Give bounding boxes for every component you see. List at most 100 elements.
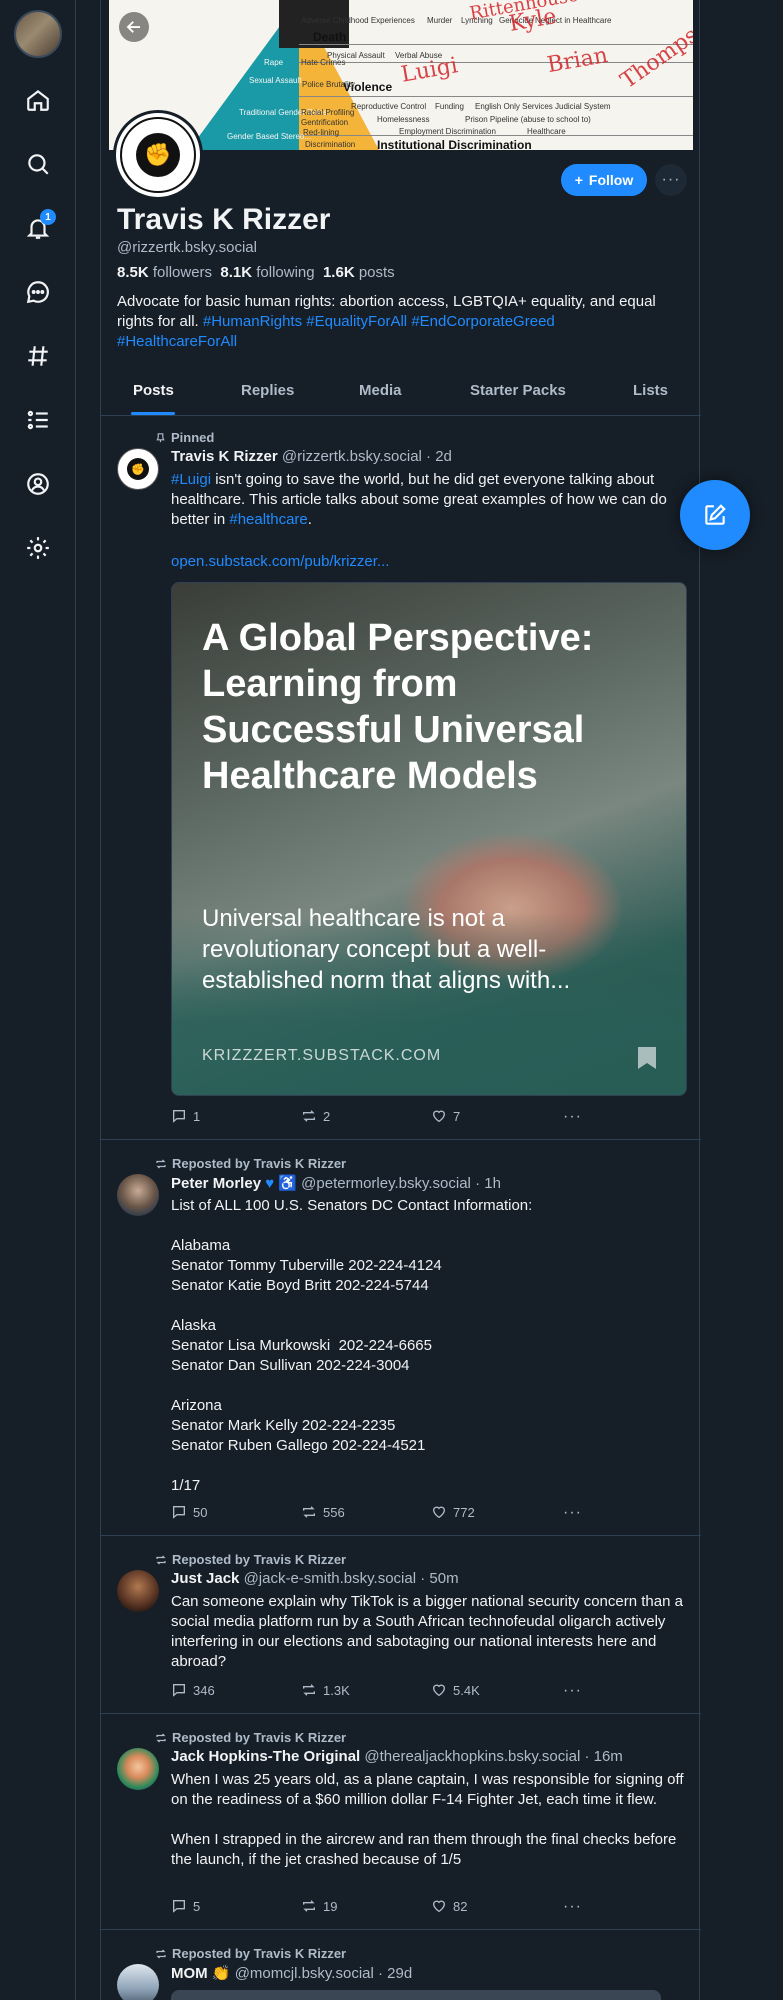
- more-options-button[interactable]: ···: [655, 164, 687, 196]
- banner-line: [299, 44, 693, 45]
- post-header: Travis K Rizzer @rizzertk.bsky.social · …: [171, 448, 452, 465]
- profile-feed: Adverse Childhood Experiences Murder Lyn…: [100, 0, 701, 2000]
- post-avatar[interactable]: [117, 1174, 159, 1216]
- post-avatar[interactable]: ✊: [117, 448, 159, 490]
- followers-link[interactable]: 8.5K followers: [117, 264, 212, 281]
- reply-button[interactable]: 346: [171, 1682, 215, 1698]
- tab-starter-packs[interactable]: Starter Packs: [470, 382, 566, 399]
- profile-banner[interactable]: Adverse Childhood Experiences Murder Lyn…: [109, 0, 693, 150]
- hashtag-link[interactable]: #healthcare: [229, 511, 307, 528]
- profile-stats: 8.5K followers 8.1K following 1.6K posts: [117, 264, 395, 281]
- post-author[interactable]: Travis K Rizzer: [171, 448, 278, 465]
- hashtag-link[interactable]: #HumanRights: [203, 313, 302, 330]
- repost-icon: [303, 1506, 315, 1518]
- post-author[interactable]: MOM 👏: [171, 1965, 231, 1982]
- list-icon[interactable]: [22, 404, 54, 436]
- banner-scribble: Brian: [545, 42, 610, 79]
- heart-icon: [432, 1110, 446, 1123]
- search-icon[interactable]: [22, 148, 54, 180]
- tab-replies[interactable]: Replies: [241, 382, 294, 399]
- tab-media[interactable]: Media: [359, 382, 402, 399]
- post-context: Reposted by Travis K Rizzer: [155, 1156, 346, 1171]
- post-text: #Luigi isn't going to save the world, bu…: [171, 471, 671, 528]
- feed-post[interactable]: Reposted by Travis K Rizzer Just Jack @j…: [101, 1536, 701, 1714]
- repost-button[interactable]: 19: [301, 1898, 337, 1914]
- post-handle[interactable]: @petermorley.bsky.social: [301, 1175, 471, 1192]
- profile-icon[interactable]: [22, 468, 54, 500]
- reply-icon: [173, 1506, 185, 1519]
- like-button[interactable]: 7: [431, 1108, 460, 1124]
- post-more-button[interactable]: ···: [563, 1898, 582, 1916]
- banner-text: Healthcare: [527, 127, 566, 136]
- repost-button[interactable]: 2: [301, 1108, 330, 1124]
- feed-post[interactable]: Pinned ✊ Travis K Rizzer @rizzertk.bsky.…: [101, 416, 701, 1140]
- banner-text: Racial Profiling: [301, 108, 355, 117]
- link-card[interactable]: A Global Perspective: Learning from Succ…: [171, 582, 687, 1096]
- post-author[interactable]: Peter Morley: [171, 1175, 261, 1192]
- post-time[interactable]: · 2d: [426, 448, 452, 465]
- post-avatar[interactable]: [117, 1570, 159, 1612]
- reply-button[interactable]: 5: [171, 1898, 200, 1914]
- post-header: Peter Morley ♥ ♿ @petermorley.bsky.socia…: [171, 1174, 501, 1192]
- plus-icon: +: [574, 172, 583, 188]
- gear-icon[interactable]: [22, 532, 54, 564]
- post-header: MOM 👏 @momcjl.bsky.social · 29d: [171, 1964, 412, 1982]
- banner-death: Death: [313, 30, 347, 44]
- post-link[interactable]: open.substack.com/pub/krizzer...: [171, 552, 689, 572]
- tab-posts[interactable]: Posts: [133, 382, 174, 399]
- post-more-button[interactable]: ···: [563, 1504, 582, 1522]
- post-text: Can someone explain why TikTok is a bigg…: [171, 1593, 688, 1670]
- following-link[interactable]: 8.1K following: [220, 264, 314, 281]
- hashtag-link[interactable]: #EndCorporateGreed: [411, 313, 554, 330]
- repost-button[interactable]: 1.3K: [301, 1682, 350, 1698]
- post-time[interactable]: · 50m: [420, 1570, 458, 1587]
- post-handle[interactable]: @jack-e-smith.bsky.social: [244, 1570, 417, 1587]
- feed-post[interactable]: Reposted by Travis K Rizzer Jack Hopkins…: [101, 1714, 701, 1930]
- banner-text: Judicial System: [555, 102, 611, 111]
- post-avatar[interactable]: [117, 1748, 159, 1790]
- post-time[interactable]: · 16m: [584, 1748, 622, 1765]
- like-button[interactable]: 5.4K: [431, 1682, 480, 1698]
- post-author[interactable]: Just Jack: [171, 1570, 239, 1587]
- feed-post[interactable]: Reposted by Travis K Rizzer Peter Morley…: [101, 1140, 701, 1536]
- post-avatar[interactable]: [117, 1964, 159, 2000]
- like-button[interactable]: 772: [431, 1504, 475, 1520]
- post-time[interactable]: · 1h: [475, 1175, 501, 1192]
- feed-post[interactable]: Reposted by Travis K Rizzer MOM 👏 @momcj…: [101, 1930, 701, 2000]
- back-button[interactable]: [119, 12, 149, 42]
- post-handle[interactable]: @rizzertk.bsky.social: [282, 448, 422, 465]
- reply-icon: [173, 1110, 185, 1123]
- hashtag-link[interactable]: #EqualityForAll: [306, 313, 407, 330]
- post-header: Just Jack @jack-e-smith.bsky.social · 50…: [171, 1570, 459, 1587]
- reply-button[interactable]: 1: [171, 1108, 200, 1124]
- posts-count: 1.6K posts: [322, 264, 395, 281]
- heart-icon: [432, 1684, 446, 1697]
- like-button[interactable]: 82: [431, 1898, 467, 1914]
- post-media-preview[interactable]: [171, 1990, 661, 2000]
- post-author[interactable]: Jack Hopkins-The Original: [171, 1748, 360, 1765]
- post-handle[interactable]: @momcjl.bsky.social: [235, 1965, 374, 1982]
- reply-button[interactable]: 50: [171, 1504, 207, 1520]
- hashtag-link[interactable]: #Luigi: [171, 471, 211, 488]
- post-more-button[interactable]: ···: [563, 1108, 582, 1126]
- hashtag-link[interactable]: #HealthcareForAll: [117, 333, 237, 350]
- tab-lists[interactable]: Lists: [633, 382, 668, 399]
- profile-avatar[interactable]: ✊: [113, 110, 203, 200]
- my-avatar[interactable]: [14, 10, 62, 58]
- post-more-button[interactable]: ···: [563, 1682, 582, 1700]
- banner-text: Rape: [264, 58, 284, 67]
- home-icon[interactable]: [22, 84, 54, 116]
- repost-button[interactable]: 556: [301, 1504, 345, 1520]
- bell-icon[interactable]: 1: [22, 209, 56, 244]
- card-title: A Global Perspective: Learning from Succ…: [202, 617, 594, 797]
- post-time[interactable]: · 29d: [378, 1965, 412, 1982]
- chat-icon[interactable]: [22, 276, 54, 308]
- hashtag-icon[interactable]: [22, 340, 54, 372]
- follow-button[interactable]: + Follow: [561, 164, 647, 196]
- post-context: Pinned: [155, 430, 214, 445]
- post-handle[interactable]: @therealjackhopkins.bsky.social: [364, 1748, 580, 1765]
- fist-icon: ✊: [136, 133, 180, 177]
- banner-text: Hate Crimes: [301, 58, 346, 67]
- compose-button[interactable]: [680, 480, 750, 550]
- banner-text: Murder: [427, 16, 453, 25]
